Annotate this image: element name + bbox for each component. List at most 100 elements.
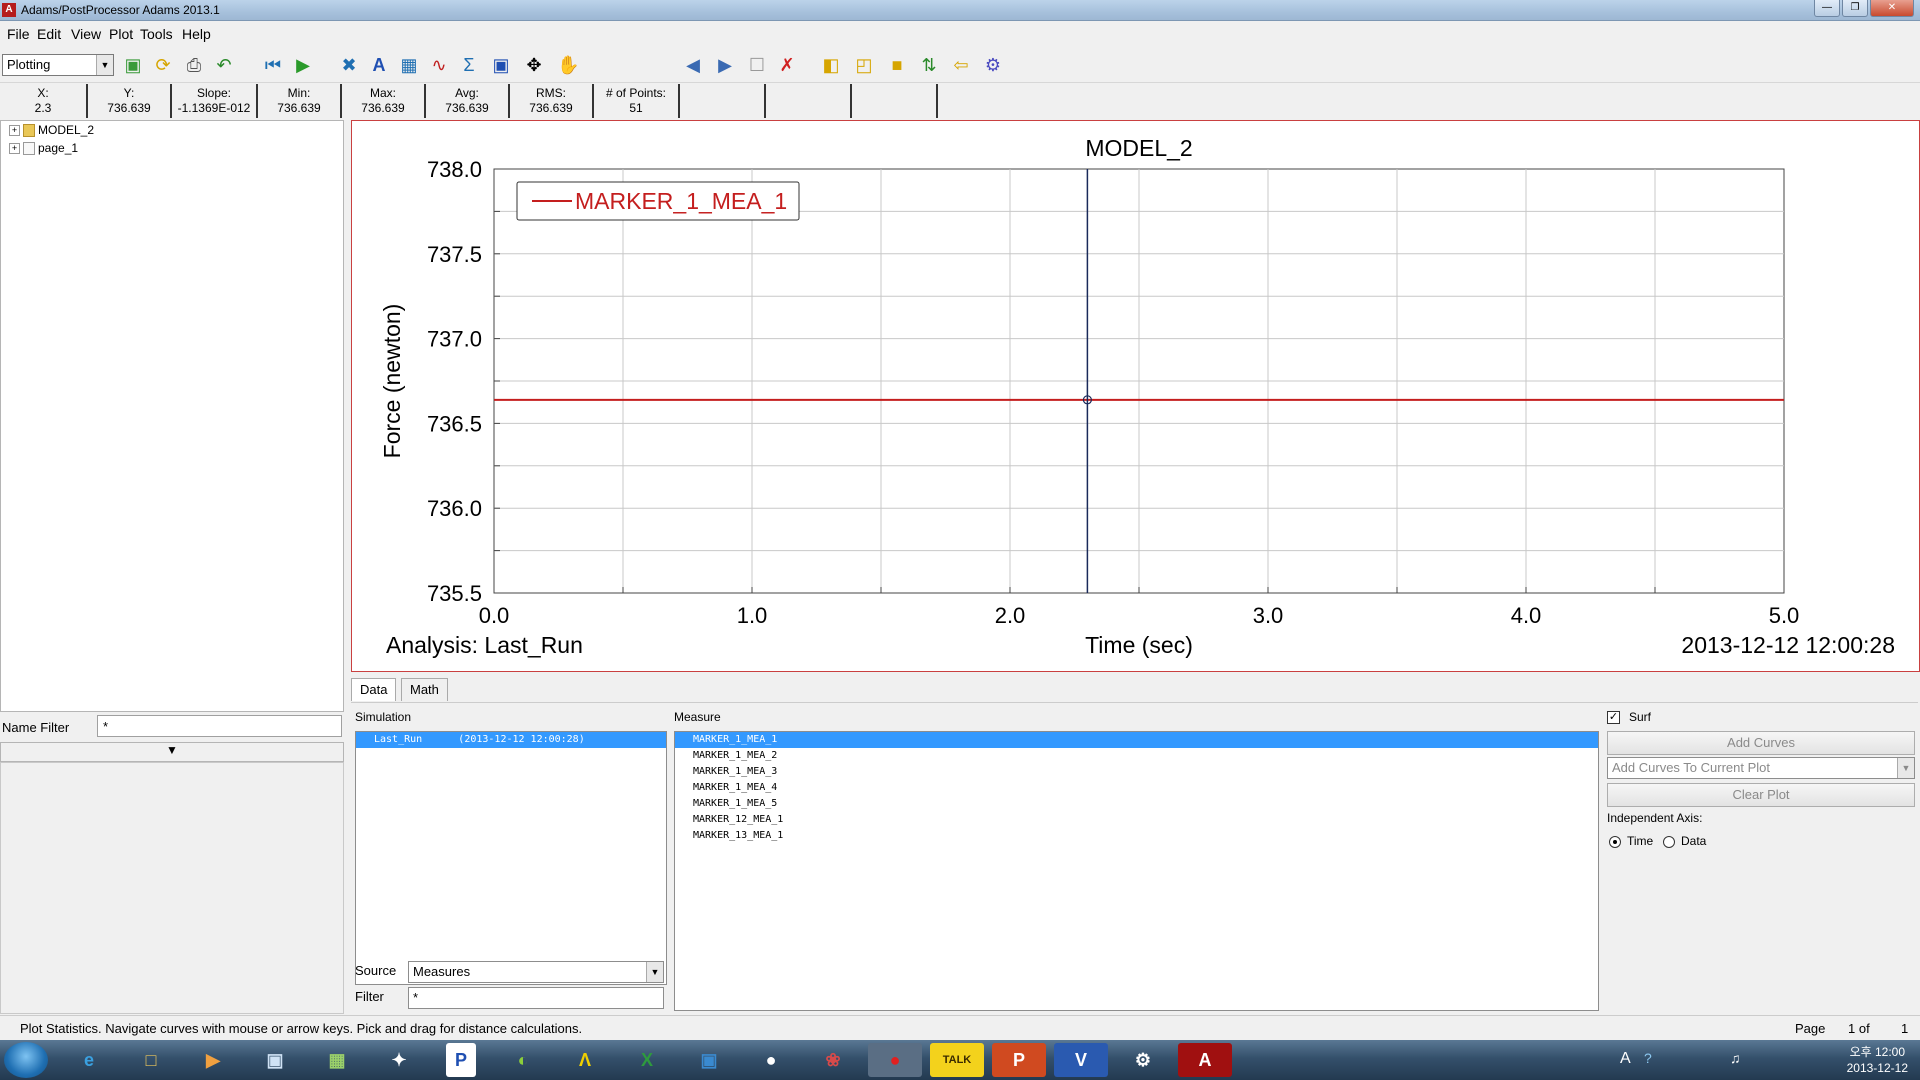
expand-icon[interactable]: + [9,142,20,154]
adams-icon[interactable]: A [1178,1043,1232,1077]
network-app-icon[interactable]: ▣ [682,1043,736,1077]
screenshot-icon[interactable]: ▦ [310,1043,364,1077]
refresh-icon[interactable]: ⟳ [152,54,174,76]
tab-math[interactable]: Math [401,678,448,701]
measure-row[interactable]: MARKER_1_MEA_4 [675,780,1598,796]
surf-checkbox[interactable]: ✓ [1607,711,1620,724]
help-icon[interactable]: ? [1644,1050,1652,1066]
start-button[interactable] [4,1042,48,1078]
zoom-box-icon[interactable]: ▣ [490,54,512,76]
settings-app-icon[interactable]: ⚙ [1116,1043,1170,1077]
stats-bar: X: 2.3 Y: 736.639 Slope: -1.1369E-012 Min: 7… [0,84,940,118]
menu-view[interactable]: View [71,26,101,42]
time-radio[interactable] [1609,836,1621,848]
x-tick-label: 1.0 [737,603,768,628]
volume-icon[interactable]: ♫ [1730,1050,1741,1066]
restore-button[interactable]: ❐ [1842,0,1868,17]
expand-panel-button[interactable]: ▼ [0,742,344,762]
expand-icon[interactable]: + [9,124,20,136]
measure-row[interactable]: MARKER_1_MEA_2 [675,748,1598,764]
menu-plot[interactable]: Plot [109,26,133,42]
paint-icon[interactable]: ❀ [806,1043,860,1077]
rewind-icon[interactable]: ⏮ [262,54,284,76]
tree-node-page[interactable]: + page_1 [9,141,78,155]
layout-box-icon[interactable]: ■ [886,54,908,76]
fit-all-icon[interactable]: ✥ [523,54,545,76]
undo-icon[interactable]: ↶ [213,54,235,76]
add-curves-button[interactable]: Add Curves [1607,731,1915,755]
play-icon[interactable]: ▶ [292,54,314,76]
tool-icon[interactable]: ✦ [372,1043,426,1077]
close-button[interactable]: ✕ [1870,0,1914,17]
penguin-app-icon[interactable]: ● [744,1043,798,1077]
next-page-icon[interactable]: ▶ [714,54,736,76]
stat-x: X: 2.3 [0,84,88,118]
taskbar: e □ ▶ ▣ ▦ ✦ P ◐ Λ X ▣ ● ❀ ● TALK P V ⚙ A… [0,1040,1920,1080]
kakaotalk-icon[interactable]: TALK [930,1043,984,1077]
explorer-icon[interactable]: □ [124,1043,178,1077]
status-bar: Plot Statistics. Navigate curves with mo… [0,1015,1920,1040]
powerpoint-icon[interactable]: P [992,1043,1046,1077]
swap-icon[interactable]: ⇅ [918,54,940,76]
simulation-row[interactable]: Last_Run (2013-12-12 12:00:28) [356,732,666,748]
excel-icon[interactable]: X [620,1043,674,1077]
x-tick-label: 0.0 [479,603,510,628]
add-mode-select[interactable]: Add Curves To Current Plot ▼ [1607,757,1915,779]
word-icon[interactable]: V [1054,1043,1108,1077]
clear-plot-button[interactable]: Clear Plot [1607,783,1915,807]
text-icon[interactable]: A [368,54,390,76]
title-bar: A Adams/PostProcessor Adams 2013.1 — ❐ ✕ [0,0,1920,21]
curve-icon[interactable]: ∿ [428,54,450,76]
source-select[interactable]: Measures ▼ [408,961,664,983]
menu-help[interactable]: Help [182,26,211,42]
clock[interactable]: 오후 12:00 2013-12-12 [1847,1044,1908,1076]
grid-icon[interactable]: ▦ [398,54,420,76]
menu-edit[interactable]: Edit [37,26,61,42]
media-player-icon[interactable]: ▶ [186,1043,240,1077]
data-radio[interactable] [1663,836,1675,848]
measure-row[interactable]: MARKER_1_MEA_3 [675,764,1598,780]
moon-app-icon[interactable]: ◐ [496,1043,550,1077]
plot-area[interactable]: 0.0 1.0 2.0 3.0 4.0 5.0 738.0 737.5 737.0 736.5 73… [351,120,1920,672]
mode-select[interactable]: Plotting ▼ [2,54,114,76]
sigma-icon[interactable]: Σ [458,54,480,76]
tab-data[interactable]: Data [351,678,397,701]
export-icon[interactable]: ⇦ [950,54,972,76]
simulation-list[interactable]: Last_Run (2013-12-12 12:00:28) [355,731,667,985]
layout-top-icon[interactable]: ◰ [853,54,875,76]
menu-tools[interactable]: Tools [140,26,173,42]
x-tick-label: 5.0 [1769,603,1800,628]
layout-left-icon[interactable]: ◧ [820,54,842,76]
settings-icon[interactable]: ⚙ [982,54,1004,76]
new-page-layout-icon[interactable]: ☐ [746,54,768,76]
ie-icon[interactable]: e [62,1043,116,1077]
tree-panel: + MODEL_2 + page_1 [0,120,344,712]
window-icon[interactable]: ▣ [248,1043,302,1077]
x-tick-label: 4.0 [1511,603,1542,628]
minimize-button[interactable]: — [1814,0,1840,17]
record-icon[interactable]: ● [868,1043,922,1077]
measure-row[interactable]: MARKER_12_MEA_1 [675,812,1598,828]
pan-icon[interactable]: ✋ [557,54,579,76]
arrow-app-icon[interactable]: Λ [558,1043,612,1077]
print-icon[interactable]: ⎙ [183,54,205,76]
filter-input[interactable]: * [408,987,664,1009]
measure-row[interactable]: MARKER_1_MEA_5 [675,796,1598,812]
measure-row[interactable]: MARKER_1_MEA_1 [675,732,1598,748]
measure-list[interactable]: MARKER_1_MEA_1 MARKER_1_MEA_2 MARKER_1_M… [674,731,1599,1011]
tray-lang[interactable]: A [1620,1050,1631,1068]
filter-label: Filter [355,989,384,1004]
page-label: Page [1795,1021,1826,1036]
prev-page-icon[interactable]: ◀ [682,54,704,76]
menu-file[interactable]: File [7,26,30,42]
delete-page-icon[interactable]: ✗ [776,54,798,76]
y-tick-label: 737.0 [427,327,482,352]
fit-icon[interactable]: ✖ [338,54,360,76]
chart[interactable]: 0.0 1.0 2.0 3.0 4.0 5.0 738.0 737.5 737.0 736.5 73… [352,121,1919,671]
tree-node-model[interactable]: + MODEL_2 [9,123,94,137]
measure-row[interactable]: MARKER_13_MEA_1 [675,828,1598,844]
name-filter-input[interactable]: * [97,715,342,737]
measure-label: Measure [674,710,721,724]
new-page-icon[interactable]: ▣ [122,54,144,76]
p-app-icon[interactable]: P [446,1043,476,1077]
